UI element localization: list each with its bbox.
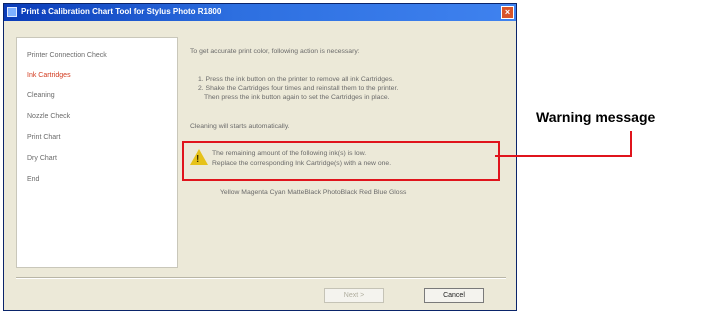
low-ink-cartridges: Yellow Magenta Cyan MatteBlack PhotoBlac… — [220, 189, 407, 196]
calibration-dialog: Print a Calibration Chart Tool for Stylu… — [3, 3, 517, 311]
warning-message-box: ! The remaining amount of the following … — [182, 141, 500, 181]
warning-line-2: Replace the corresponding Ink Cartridge(… — [212, 160, 392, 167]
sidebar-item-end: End — [27, 176, 40, 183]
button-separator — [16, 277, 506, 279]
steps-sidebar: Printer Connection Check Ink Cartridges … — [16, 37, 178, 268]
close-button[interactable]: × — [501, 6, 514, 19]
callout-connector-vertical — [630, 131, 632, 157]
instruction-3: Then press the ink button again to set t… — [204, 94, 390, 101]
title-bar: Print a Calibration Chart Tool for Stylu… — [4, 4, 516, 21]
intro-text: To get accurate print color, following a… — [190, 48, 360, 55]
warning-line-1: The remaining amount of the following in… — [212, 150, 367, 157]
warning-exclamation: ! — [196, 154, 200, 165]
sidebar-item-print-chart: Print Chart — [27, 134, 61, 141]
callout-connector-horizontal — [495, 155, 632, 157]
cleaning-note: Cleaning will starts automatically. — [190, 123, 290, 130]
next-button[interactable]: Next > — [324, 288, 384, 303]
callout-label: Warning message — [536, 109, 656, 125]
instruction-1: 1. Press the ink button on the printer t… — [198, 76, 395, 83]
window-title: Print a Calibration Chart Tool for Stylu… — [21, 7, 222, 16]
sidebar-item-ink-cartridges: Ink Cartridges — [27, 72, 71, 79]
instruction-2: 2. Shake the Cartridges four times and r… — [198, 85, 399, 92]
sidebar-item-dry-chart: Dry Chart — [27, 155, 57, 162]
sidebar-item-cleaning: Cleaning — [27, 92, 55, 99]
app-icon — [7, 7, 17, 17]
sidebar-item-printer-connection-check: Printer Connection Check — [27, 52, 107, 59]
sidebar-item-nozzle-check: Nozzle Check — [27, 113, 71, 120]
cancel-button[interactable]: Cancel — [424, 288, 484, 303]
